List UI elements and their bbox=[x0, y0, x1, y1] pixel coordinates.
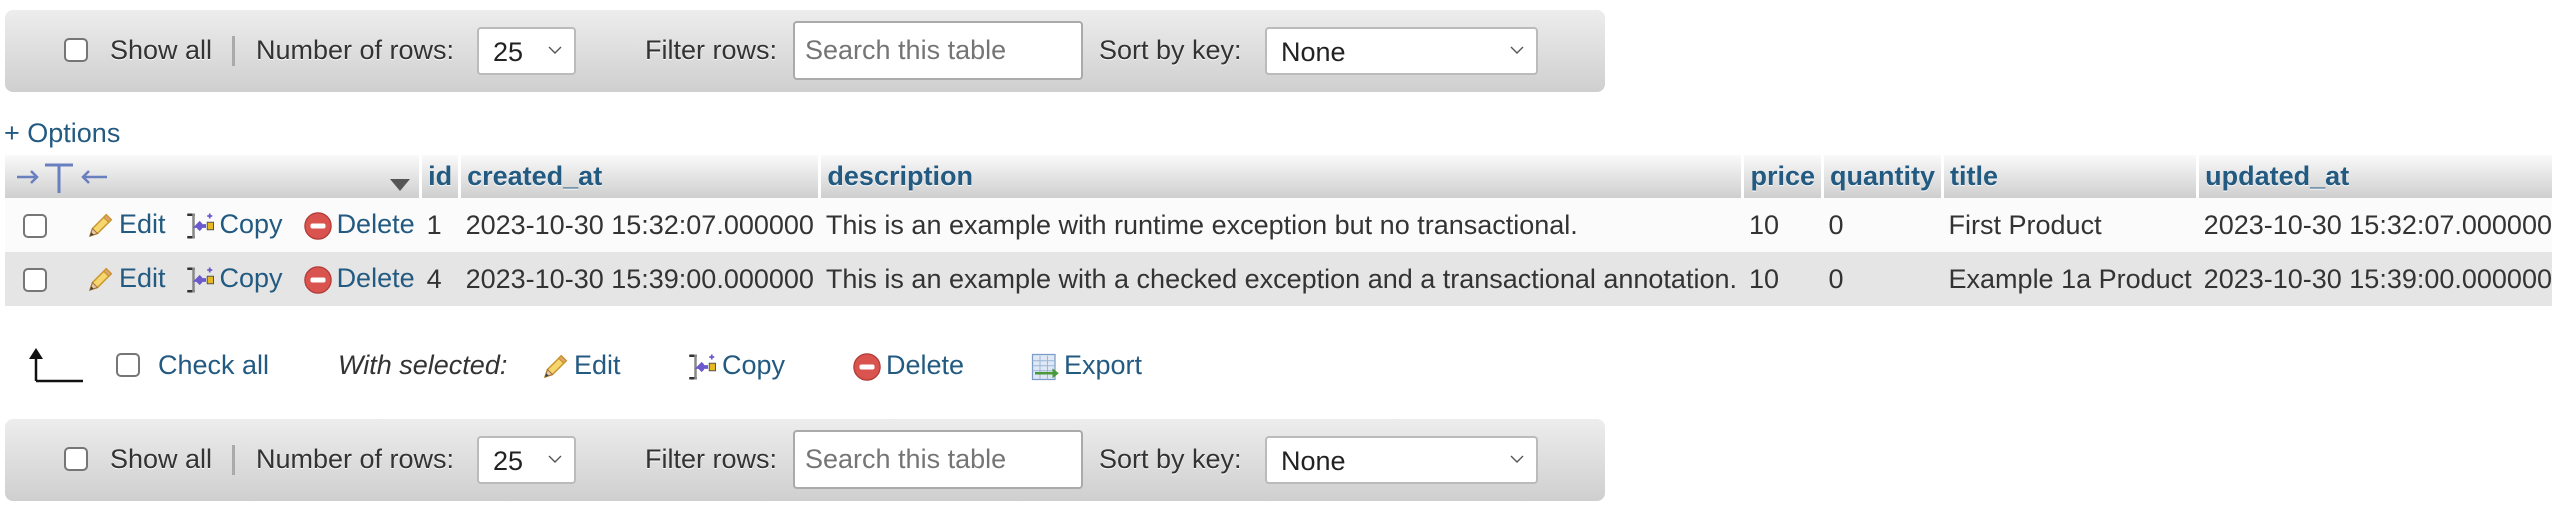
number-of-rows-select[interactable]: 25 bbox=[477, 27, 576, 75]
cell-description[interactable]: This is an example with runtime exceptio… bbox=[819, 198, 1743, 252]
bulk-copy-button[interactable]: Copy bbox=[688, 345, 785, 385]
filter-rows-input[interactable] bbox=[793, 21, 1083, 80]
cell-description[interactable]: This is an example with a checked except… bbox=[819, 252, 1743, 306]
row-actions: Edit Copy Delete bbox=[5, 252, 421, 306]
pencil-icon bbox=[85, 211, 115, 241]
show-all-label[interactable]: Show all bbox=[110, 34, 212, 66]
column-header-id[interactable]: id bbox=[420, 155, 462, 198]
number-of-rows-value: 25 bbox=[493, 446, 524, 476]
arrow-up-left-icon bbox=[28, 347, 84, 394]
sort-by-key-label: Sort by key: bbox=[1099, 444, 1242, 474]
cell-price[interactable]: 10 bbox=[1742, 252, 1823, 306]
sort-by-key-label: Sort by key: bbox=[1099, 35, 1242, 65]
actions-header bbox=[5, 155, 423, 200]
check-all-checkbox[interactable] bbox=[116, 353, 140, 377]
number-of-rows-label: Number of rows: bbox=[256, 444, 455, 474]
bulk-edit-button[interactable]: Edit bbox=[540, 345, 621, 385]
sort-by-key-value: None bbox=[1281, 446, 1346, 476]
navigation-panel-bottom: Show all Number of rows: 25 Filter rows:… bbox=[5, 419, 1605, 501]
cell-title[interactable]: First Product bbox=[1942, 198, 2198, 252]
options-link[interactable]: + Options bbox=[4, 117, 120, 149]
copy-row-button[interactable]: Copy bbox=[186, 263, 283, 293]
chevron-down-icon bbox=[1510, 43, 1524, 57]
copy-row-button[interactable]: Copy bbox=[186, 209, 283, 239]
filter-rows-input[interactable] bbox=[793, 430, 1083, 489]
sort-by-key-select[interactable]: None bbox=[1265, 436, 1538, 484]
separator bbox=[232, 36, 235, 66]
table-header-row: id created_at description price quantity… bbox=[5, 155, 2552, 198]
bulk-export-button[interactable]: Export bbox=[1030, 345, 1142, 385]
pencil-icon bbox=[540, 352, 570, 382]
separator bbox=[232, 445, 235, 475]
cell-price[interactable]: 10 bbox=[1742, 198, 1823, 252]
cell-title[interactable]: Example 1a Product bbox=[1942, 252, 2198, 306]
copy-icon bbox=[186, 211, 216, 241]
column-header-title[interactable]: title bbox=[1942, 155, 2200, 198]
delete-icon bbox=[303, 265, 333, 295]
pencil-icon bbox=[85, 265, 115, 295]
filter-rows-label: Filter rows: bbox=[645, 444, 778, 474]
table-row: Edit Copy Delete 1 2023-10-30 15:32:07.000… bbox=[5, 198, 2552, 252]
number-of-rows-select[interactable]: 25 bbox=[477, 436, 576, 484]
column-header-description[interactable]: description bbox=[819, 155, 1745, 198]
delete-row-button[interactable]: Delete bbox=[303, 209, 415, 239]
delete-icon bbox=[303, 211, 333, 241]
chevron-down-icon bbox=[1510, 452, 1524, 466]
show-all-checkbox[interactable] bbox=[64, 38, 88, 62]
cell-updated-at[interactable]: 2023-10-30 15:39:00.000000 bbox=[2197, 252, 2552, 306]
table-row: Edit Copy Delete 4 2023-10-30 15:39:00.000… bbox=[5, 252, 2552, 306]
number-of-rows-label: Number of rows: bbox=[256, 35, 455, 65]
row-checkbox[interactable] bbox=[23, 267, 47, 292]
copy-icon bbox=[688, 352, 718, 382]
with-selected-label: With selected: bbox=[338, 350, 508, 380]
check-all-link[interactable]: Check all bbox=[158, 345, 269, 385]
filter-rows-label: Filter rows: bbox=[645, 35, 778, 65]
row-actions: Edit Copy Delete bbox=[5, 198, 421, 252]
edit-row-button[interactable]: Edit bbox=[85, 263, 166, 293]
copy-icon bbox=[186, 265, 216, 295]
column-header-price[interactable]: price bbox=[1742, 155, 1825, 198]
cell-updated-at[interactable]: 2023-10-30 15:32:07.000000 bbox=[2197, 198, 2552, 252]
bulk-delete-button[interactable]: Delete bbox=[852, 345, 964, 385]
edit-row-button[interactable]: Edit bbox=[85, 209, 166, 239]
sort-by-key-select[interactable]: None bbox=[1265, 27, 1538, 75]
show-all-label[interactable]: Show all bbox=[110, 443, 212, 475]
cell-id[interactable]: 1 bbox=[420, 198, 460, 252]
show-all-checkbox[interactable] bbox=[64, 447, 88, 471]
results-table: id created_at description price quantity… bbox=[5, 155, 2552, 306]
cell-id[interactable]: 4 bbox=[420, 252, 460, 306]
chevron-down-icon bbox=[548, 43, 562, 57]
delete-row-button[interactable]: Delete bbox=[303, 263, 415, 293]
delete-icon bbox=[852, 352, 882, 382]
cell-quantity[interactable]: 0 bbox=[1822, 252, 1943, 306]
column-resize-icon[interactable] bbox=[15, 159, 115, 202]
number-of-rows-value: 25 bbox=[493, 37, 524, 67]
sort-by-key-value: None bbox=[1281, 37, 1346, 67]
column-header-updated-at[interactable]: updated_at bbox=[2197, 155, 2552, 198]
cell-created-at[interactable]: 2023-10-30 15:32:07.000000 bbox=[459, 198, 820, 252]
export-icon bbox=[1030, 352, 1060, 382]
sort-dropdown-icon[interactable] bbox=[389, 169, 411, 200]
row-checkbox[interactable] bbox=[23, 213, 47, 238]
cell-quantity[interactable]: 0 bbox=[1822, 198, 1943, 252]
column-header-created-at[interactable]: created_at bbox=[459, 155, 822, 198]
cell-created-at[interactable]: 2023-10-30 15:39:00.000000 bbox=[459, 252, 820, 306]
navigation-panel-top: Show all Number of rows: 25 Filter rows:… bbox=[5, 10, 1605, 92]
chevron-down-icon bbox=[548, 452, 562, 466]
column-header-quantity[interactable]: quantity bbox=[1822, 155, 1945, 198]
